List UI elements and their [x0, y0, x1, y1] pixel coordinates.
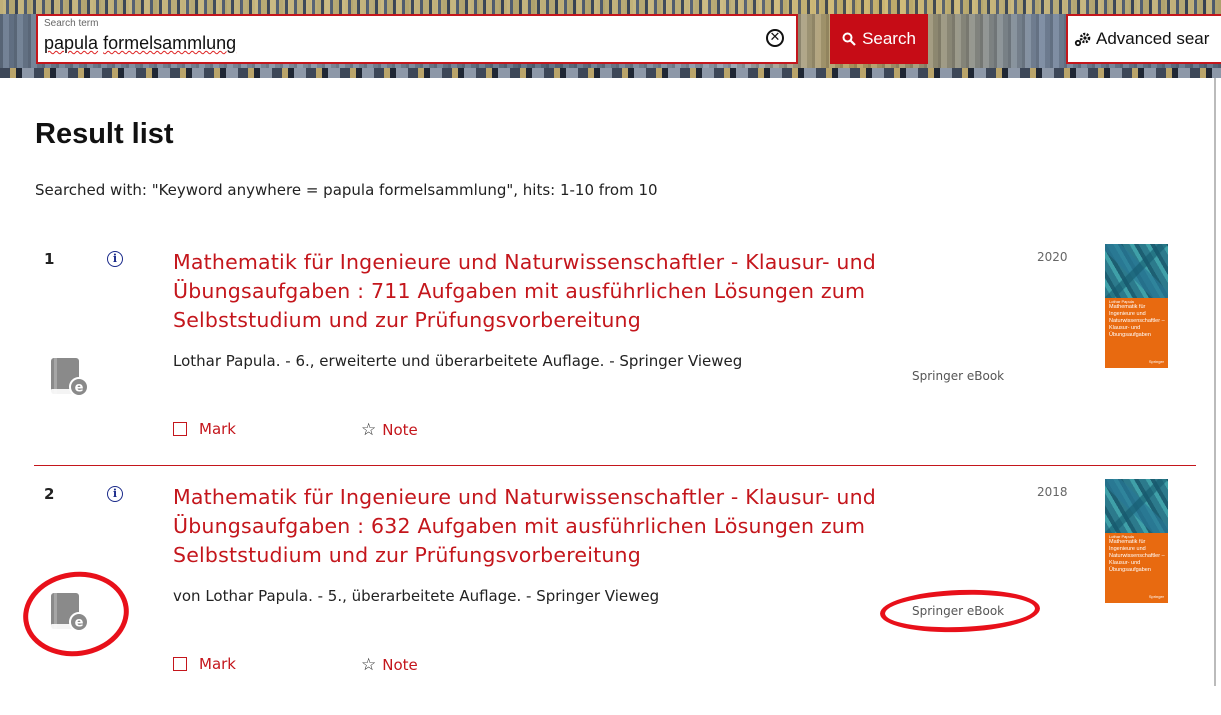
search-button[interactable]: Search — [830, 14, 928, 64]
result-year: 2018 — [1037, 485, 1068, 499]
result-year: 2020 — [1037, 250, 1068, 264]
star-icon: ☆ — [361, 655, 377, 675]
magnifier-icon — [842, 32, 856, 46]
result-title-link[interactable]: Mathematik für Ingenieure und Naturwisse… — [173, 248, 933, 335]
search-field[interactable]: Search term papula formelsammlung ✕ — [36, 14, 798, 64]
search-summary: Searched with: "Keyword anywhere = papul… — [35, 181, 658, 199]
book-cover[interactable]: Lothar Papula Mathematik für Ingenieure … — [1105, 479, 1168, 603]
result-format: Springer eBook — [912, 369, 1005, 383]
note-button[interactable]: ☆ Note — [361, 420, 418, 440]
gear-icon — [1074, 32, 1091, 47]
mark-checkbox[interactable]: Mark — [173, 420, 236, 438]
mark-label: Mark — [199, 420, 236, 438]
note-button[interactable]: ☆ Note — [361, 655, 418, 675]
info-icon[interactable]: i — [107, 486, 123, 502]
result-meta: Lothar Papula. - 6., erweiterte und über… — [173, 352, 743, 370]
search-button-label: Search — [862, 29, 916, 48]
book-cover[interactable]: Lothar Papula Mathematik für Ingenieure … — [1105, 244, 1168, 368]
note-label: Note — [382, 656, 418, 674]
search-input[interactable]: papula formelsammlung — [44, 33, 236, 54]
checkbox-icon[interactable] — [173, 657, 187, 671]
mark-checkbox[interactable]: Mark — [173, 655, 236, 673]
result-item: 2 i Mathematik für Ingenieure und Naturw… — [0, 479, 1221, 715]
result-number: 1 — [44, 250, 55, 268]
advanced-search-button[interactable]: Advanced sear — [1066, 14, 1221, 64]
advanced-search-label: Advanced sear — [1096, 29, 1210, 48]
result-item: 1 i Mathematik für Ingenieure und Naturw… — [0, 244, 1221, 480]
note-label: Note — [382, 421, 418, 439]
page-title: Result list — [35, 118, 174, 150]
clear-search-icon[interactable]: ✕ — [766, 29, 784, 47]
result-meta: von Lothar Papula. - 5., überarbeitete A… — [173, 587, 660, 605]
ebook-icon: e — [51, 358, 89, 397]
result-divider — [34, 465, 1196, 466]
mark-label: Mark — [199, 655, 236, 673]
checkbox-icon[interactable] — [173, 422, 187, 436]
info-icon[interactable]: i — [107, 251, 123, 267]
result-title-link[interactable]: Mathematik für Ingenieure und Naturwisse… — [173, 483, 933, 570]
star-icon: ☆ — [361, 420, 377, 440]
svg-text:e: e — [75, 381, 84, 396]
search-field-label: Search term — [44, 18, 99, 29]
result-number: 2 — [44, 485, 55, 503]
